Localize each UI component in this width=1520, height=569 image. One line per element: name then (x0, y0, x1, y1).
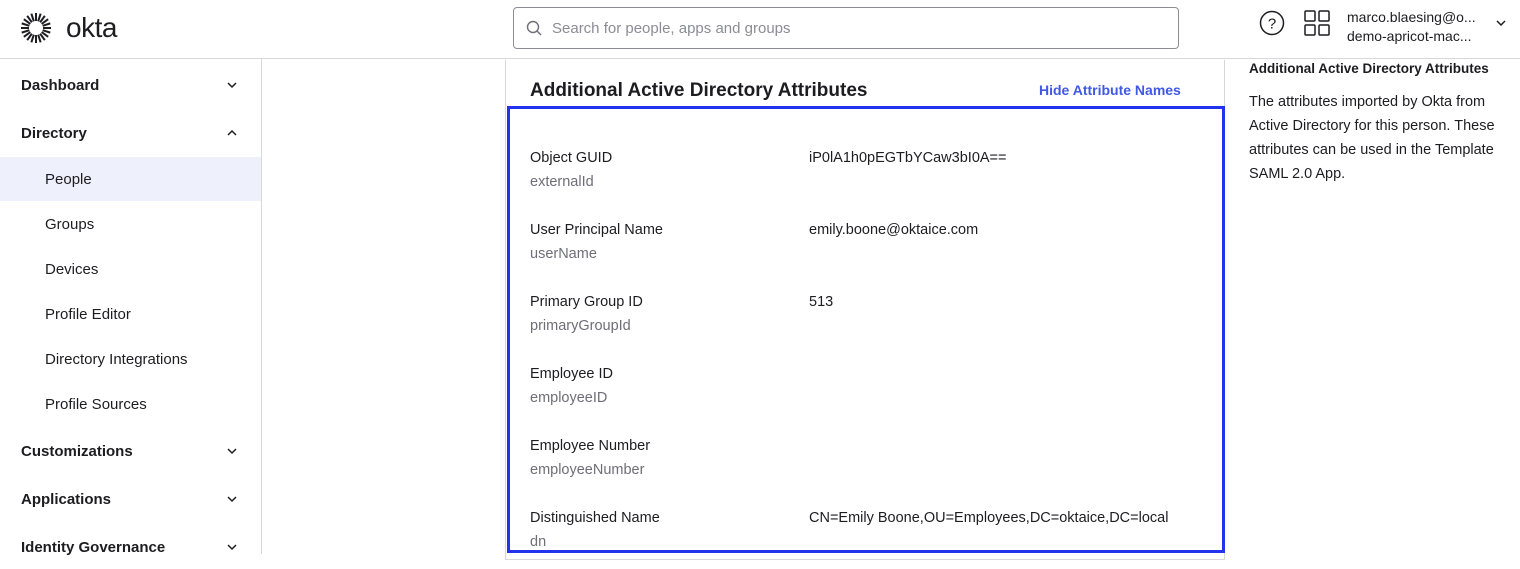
okta-logo[interactable]: okta (20, 12, 117, 44)
sidebar-item-customizations[interactable]: Customizations (0, 429, 261, 473)
sidebar-item-label: Devices (45, 260, 99, 278)
attribute-value: iP0lA1h0pEGTbYCaw3bI0A== (809, 150, 1007, 166)
sidebar-item-identity-governance[interactable]: Identity Governance (0, 525, 261, 569)
chevron-down-icon (227, 82, 237, 89)
user-email: marco.blaesing@o... (1347, 9, 1476, 25)
attribute-name: userName (530, 246, 597, 262)
attribute-name: externalId (530, 174, 594, 190)
user-menu[interactable]: marco.blaesing@o... demo-apricot-mac... (1347, 8, 1476, 46)
sidebar-item-label: Profile Editor (45, 305, 131, 323)
sidebar-item-label: Identity Governance (21, 538, 166, 556)
attribute-label: Object GUID (530, 150, 613, 166)
sidebar-item-label: People (45, 170, 92, 188)
attribute-name: employeeNumber (530, 462, 645, 478)
attribute-value: emily.boone@oktaice.com (809, 222, 979, 238)
apps-grid-icon[interactable] (1304, 10, 1330, 36)
info-body: The attributes imported by Okta from Act… (1249, 94, 1495, 182)
attribute-name: employeeID (530, 390, 608, 406)
sidebar-nav: Dashboard Directory People Groups Devices Pro… (0, 59, 262, 556)
sidebar-item-profile-sources[interactable]: Profile Sources (0, 382, 261, 426)
attribute-label: User Principal Name (530, 222, 663, 238)
sidebar-item-label: Directory (21, 124, 87, 142)
attribute-label: Employee Number (530, 438, 651, 454)
chevron-down-icon[interactable] (1494, 16, 1508, 30)
chevron-down-icon (227, 448, 237, 455)
sidebar-item-label: Customizations (21, 442, 133, 460)
top-header: okta ? marco.blaesing@o... demo-apricot-… (0, 0, 1520, 59)
search-icon (526, 20, 542, 36)
sidebar-item-label: Dashboard (21, 76, 100, 94)
chevron-down-icon (227, 496, 237, 503)
info-title: Additional Active Directory Attributes (1249, 61, 1489, 76)
sidebar-item-dashboard[interactable]: Dashboard (0, 63, 261, 107)
sidebar-item-profile-editor[interactable]: Profile Editor (0, 292, 261, 336)
sidebar-item-label: Profile Sources (45, 395, 147, 413)
attribute-label: Distinguished Name (530, 510, 660, 526)
sidebar-item-applications[interactable]: Applications (0, 477, 261, 521)
attribute-label: Primary Group ID (530, 294, 643, 310)
attribute-name: dn (530, 534, 547, 550)
sidebar-item-label: Groups (45, 215, 95, 233)
attribute-value: 513 (809, 294, 834, 310)
chevron-down-icon (227, 544, 237, 551)
sidebar-item-people[interactable]: People (0, 157, 261, 201)
search-input[interactable] (552, 19, 1152, 37)
sidebar-item-label: Applications (21, 490, 112, 508)
search-box[interactable] (513, 7, 1179, 49)
help-icon[interactable]: ? (1259, 10, 1285, 36)
attribute-name: primaryGroupId (530, 318, 631, 334)
sidebar-item-label: Directory Integrations (45, 350, 188, 368)
card-title: Additional Active Directory Attributes (530, 80, 868, 101)
user-org: demo-apricot-mac... (1347, 28, 1472, 44)
hide-attribute-names-link[interactable]: Hide Attribute Names (1039, 82, 1181, 98)
sidebar-item-directory[interactable]: Directory (0, 111, 261, 155)
sidebar-item-devices[interactable]: Devices (0, 247, 261, 291)
sidebar-item-directory-integrations[interactable]: Directory Integrations (0, 337, 261, 381)
svg-text:?: ? (1268, 16, 1276, 33)
sidebar-item-groups[interactable]: Groups (0, 202, 261, 246)
attribute-value: CN=Emily Boone,OU=Employees,DC=oktaice,D… (809, 510, 1169, 526)
chevron-up-icon (227, 129, 237, 136)
okta-sunburst-icon (21, 13, 51, 43)
attribute-label: Employee ID (530, 366, 614, 382)
